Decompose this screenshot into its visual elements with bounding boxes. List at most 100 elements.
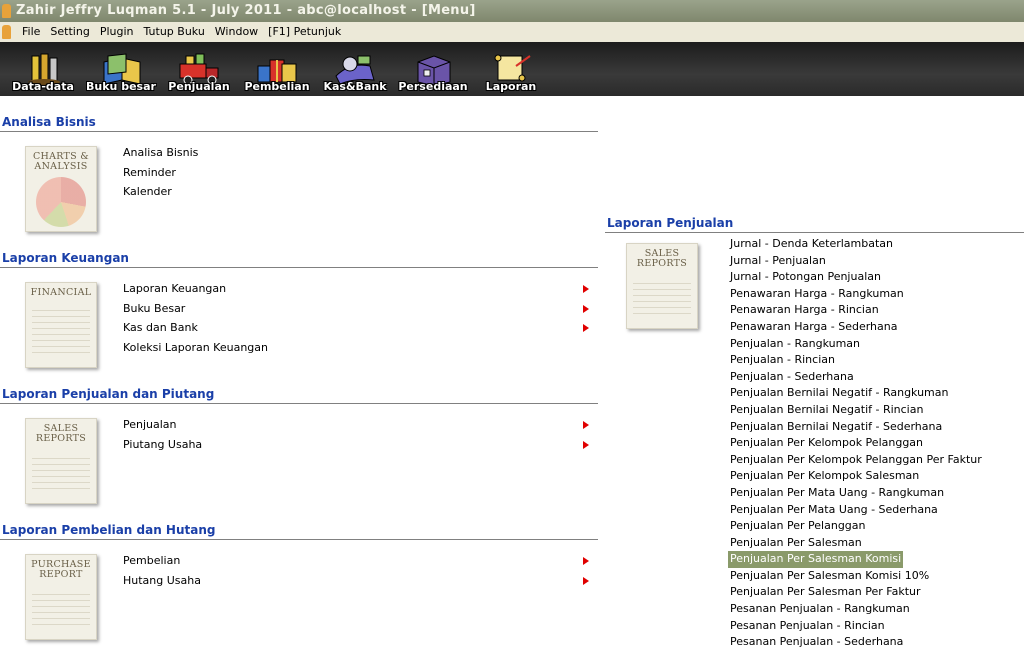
app-icon (2, 4, 11, 18)
report-list-item[interactable]: Pesanan Penjualan - Rincian (730, 618, 1020, 635)
report-list-item-label: Pesanan Penjualan - Rincian (730, 618, 885, 632)
pembelian-hutang-links: Pembelian Hutang Usaha (123, 551, 593, 590)
link-piutang-usaha[interactable]: Piutang Usaha (123, 435, 593, 455)
toolbar-kas-bank-button[interactable]: Kas&Bank (316, 44, 394, 96)
toolbar-penjualan-button[interactable]: Penjualan (160, 44, 238, 96)
section-divider (605, 232, 1024, 233)
menu-file[interactable]: File (17, 22, 45, 42)
thumbnail-title: SALES REPORTS (35, 423, 87, 444)
report-list-item-label: Penjualan Bernilai Negatif - Rangkuman (730, 386, 949, 400)
report-list-item-label: Penawaran Harga - Sederhana (730, 319, 898, 333)
report-list-item-label: Penjualan - Rincian (730, 353, 835, 367)
report-list-item[interactable]: Jurnal - Potongan Penjualan (730, 269, 1020, 286)
link-laporan-keuangan[interactable]: Laporan Keuangan (123, 279, 593, 299)
link-pembelian[interactable]: Pembelian (123, 551, 593, 571)
report-list-item[interactable]: Penjualan - Sederhana (730, 369, 1020, 386)
report-list-item[interactable]: Penjualan Bernilai Negatif - Rincian (730, 402, 1020, 419)
report-list-item[interactable]: Penjualan - Rincian (730, 352, 1020, 369)
toolbar-buku-besar-button[interactable]: Buku besar (82, 44, 160, 96)
toolbar-label: Penjualan (168, 80, 230, 93)
menu-content: Analisa Bisnis CHARTS & ANALYSIS Analisa … (0, 96, 1024, 649)
link-kalender[interactable]: Kalender (123, 182, 593, 202)
report-list-item-label: Pesanan Penjualan - Rangkuman (730, 602, 910, 616)
laporan-penjualan-list: Jurnal - Denda Keterlambatan Jurnal - Pen… (728, 236, 1020, 651)
submenu-arrow-icon (583, 421, 589, 429)
section-title: Laporan Keuangan (2, 251, 129, 265)
report-list-item[interactable]: Penjualan Per Mata Uang - Rangkuman (730, 485, 1020, 502)
section-laporan-keuangan: Laporan Keuangan (0, 250, 598, 268)
report-list-item-label: Penjualan Per Pelanggan (730, 519, 866, 533)
toolbar-pembelian-button[interactable]: Pembelian (238, 44, 316, 96)
link-analisa-bisnis[interactable]: Analisa Bisnis (123, 143, 593, 163)
report-list-item-label: Jurnal - Potongan Penjualan (730, 270, 881, 284)
report-list-item-label: Penjualan Bernilai Negatif - Sederhana (730, 419, 943, 433)
report-list-item[interactable]: Pesanan Penjualan - Rangkuman (730, 601, 1020, 618)
report-list-item-label: Penjualan Per Kelompok Salesman (730, 469, 920, 483)
report-lines (32, 453, 90, 491)
menu-window[interactable]: Window (210, 22, 263, 42)
report-list-item[interactable]: Penawaran Harga - Rincian (730, 302, 1020, 319)
report-list-item[interactable]: Penawaran Harga - Sederhana (730, 319, 1020, 336)
report-list-item[interactable]: Penjualan Per Kelompok Pelanggan (730, 435, 1020, 452)
section-divider (0, 403, 598, 404)
report-list-item[interactable]: Penjualan Bernilai Negatif - Sederhana (730, 419, 1020, 436)
toolbar-label: Persediaan (398, 80, 468, 93)
report-list-item[interactable]: Penjualan Per Pelanggan (730, 518, 1020, 535)
link-reminder[interactable]: Reminder (123, 163, 593, 183)
report-list-item-label: Jurnal - Penjualan (730, 253, 826, 267)
link-buku-besar[interactable]: Buku Besar (123, 299, 593, 319)
section-title: Laporan Penjualan (607, 216, 734, 230)
report-list-item[interactable]: Penjualan Per Salesman Per Faktur (730, 584, 1020, 601)
report-list-item[interactable]: Penjualan Per Salesman Komisi 10% (730, 568, 1020, 585)
report-list-item[interactable]: Penjualan Per Kelompok Pelanggan Per Fak… (730, 452, 1020, 469)
menu-setting[interactable]: Setting (45, 22, 94, 42)
report-list-item-label: Penjualan - Rangkuman (730, 336, 861, 350)
report-list-item-label: Penawaran Harga - Rangkuman (730, 286, 904, 300)
menu-plugin[interactable]: Plugin (95, 22, 139, 42)
sales-reports-thumbnail: SALES REPORTS (626, 243, 698, 329)
link-koleksi-laporan-keuangan[interactable]: Koleksi Laporan Keuangan (123, 338, 593, 358)
section-laporan-pembelian-hutang: Laporan Pembelian dan Hutang (0, 522, 598, 540)
report-list-item[interactable]: Penawaran Harga - Rangkuman (730, 286, 1020, 303)
analisa-links: Analisa Bisnis Reminder Kalender (123, 143, 593, 202)
section-laporan-penjualan-piutang: Laporan Penjualan dan Piutang (0, 386, 598, 404)
report-list-item[interactable]: Pesanan Penjualan - Sederhana (730, 634, 1020, 651)
section-laporan-penjualan: Laporan Penjualan (605, 215, 1024, 233)
section-title: Analisa Bisnis (2, 115, 96, 129)
report-list-item[interactable]: Jurnal - Denda Keterlambatan (730, 236, 1020, 253)
report-list-item[interactable]: Jurnal - Penjualan (730, 253, 1020, 270)
link-kas-dan-bank[interactable]: Kas dan Bank (123, 318, 593, 338)
report-lines (32, 589, 90, 627)
menu-tutup-buku[interactable]: Tutup Buku (138, 22, 209, 42)
submenu-arrow-icon (583, 576, 589, 585)
link-hutang-usaha[interactable]: Hutang Usaha (123, 571, 593, 591)
report-list-item[interactable]: Penjualan - Rangkuman (730, 336, 1020, 353)
report-list-item[interactable]: Penjualan Per Salesman Komisi (728, 551, 1020, 568)
toolbar-label: Pembelian (244, 80, 310, 93)
report-list-item[interactable]: Penjualan Bernilai Negatif - Rangkuman (730, 385, 1020, 402)
toolbar-laporan-button[interactable]: Laporan (472, 44, 550, 96)
report-list-item-label: Penjualan Per Salesman Komisi 10% (730, 568, 930, 582)
submenu-arrow-icon (583, 440, 589, 449)
report-list-item-label: Penjualan Per Kelompok Pelanggan (730, 436, 924, 450)
ledger-lines (32, 305, 90, 355)
report-list-item[interactable]: Penjualan Per Mata Uang - Sederhana (730, 502, 1020, 519)
menu-petunjuk[interactable]: [F1] Petunjuk (263, 22, 346, 42)
report-list-item-label: Pesanan Penjualan - Sederhana (730, 635, 904, 649)
section-title: Laporan Pembelian dan Hutang (2, 523, 216, 537)
submenu-arrow-icon (583, 285, 589, 293)
toolbar-persediaan-button[interactable]: Persediaan (394, 44, 472, 96)
toolbar-data-data-button[interactable]: Data-data (4, 44, 82, 96)
menu-bar: File Setting Plugin Tutup Buku Window [F… (0, 22, 1024, 42)
report-list-item[interactable]: Penjualan Per Kelompok Salesman (730, 468, 1020, 485)
submenu-arrow-icon (583, 304, 589, 313)
report-list-item-label: Jurnal - Denda Keterlambatan (730, 237, 894, 250)
report-list-item-label: Penjualan Per Salesman (730, 535, 862, 549)
link-penjualan[interactable]: Penjualan (123, 415, 593, 435)
app-menu-icon[interactable] (2, 25, 11, 39)
report-list-item[interactable]: Penjualan Per Salesman (730, 535, 1020, 552)
window-title-bar[interactable]: Zahir Jeffry Luqman 5.1 - July 2011 - ab… (0, 0, 1024, 22)
section-title: Laporan Penjualan dan Piutang (2, 387, 215, 401)
toolbar-label: Laporan (485, 80, 537, 93)
toolbar-label: Kas&Bank (323, 80, 387, 93)
